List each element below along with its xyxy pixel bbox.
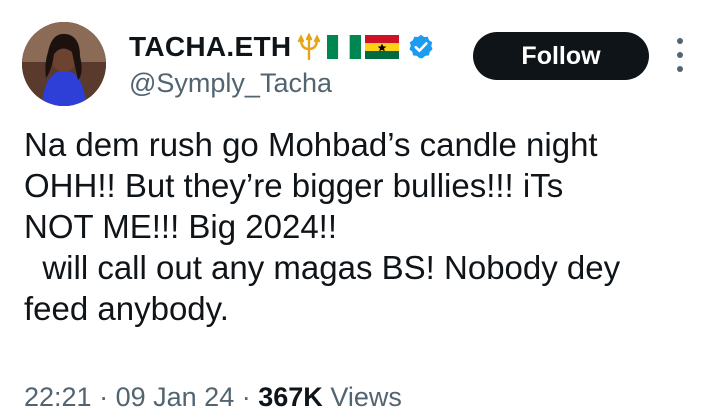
more-dot [677,52,683,58]
tweet-meta: 22:21 · 09 Jan 24 · 367K Views [24,382,402,413]
ghana-flag-icon [365,35,400,59]
display-name[interactable]: TACHA.ETH [129,31,291,63]
tweet-text-line: will call out any magas BS! Nobody dey [24,249,621,286]
tweet-text-line: NOT ME!!! Big 2024!! [24,208,338,245]
tweet-text-line: Na dem rush go Mohbad’s candle night [24,126,598,163]
tweet-time[interactable]: 22:21 [24,382,92,412]
nigeria-flag-icon [327,35,362,59]
trident-icon [295,33,323,61]
tweet-date[interactable]: 09 Jan 24 [116,382,235,412]
user-handle[interactable]: @Symply_Tacha [129,68,332,99]
avatar-image [22,22,106,106]
more-dot [677,38,683,44]
more-dot [677,66,683,72]
tweet-text: Na dem rush go Mohbad’s candle night OHH… [24,124,704,329]
follow-button[interactable]: Follow [473,32,649,80]
views-count[interactable]: 367K [258,382,323,412]
meta-separator: · [241,382,251,412]
display-name-row[interactable]: TACHA.ETH [129,30,435,64]
more-vertical-icon[interactable] [672,38,688,72]
avatar[interactable] [22,22,106,106]
views-label: Views [330,382,402,412]
meta-separator: · [99,382,109,412]
tweet-text-line: OHH!! But they’re bigger bullies!!! iTs [24,167,564,204]
verified-badge-icon [407,33,435,61]
tweet-card: TACHA.ETH @Symply_Tacha Follow Na dem ru… [0,0,720,412]
tweet-text-line: feed anybody. [24,290,229,327]
